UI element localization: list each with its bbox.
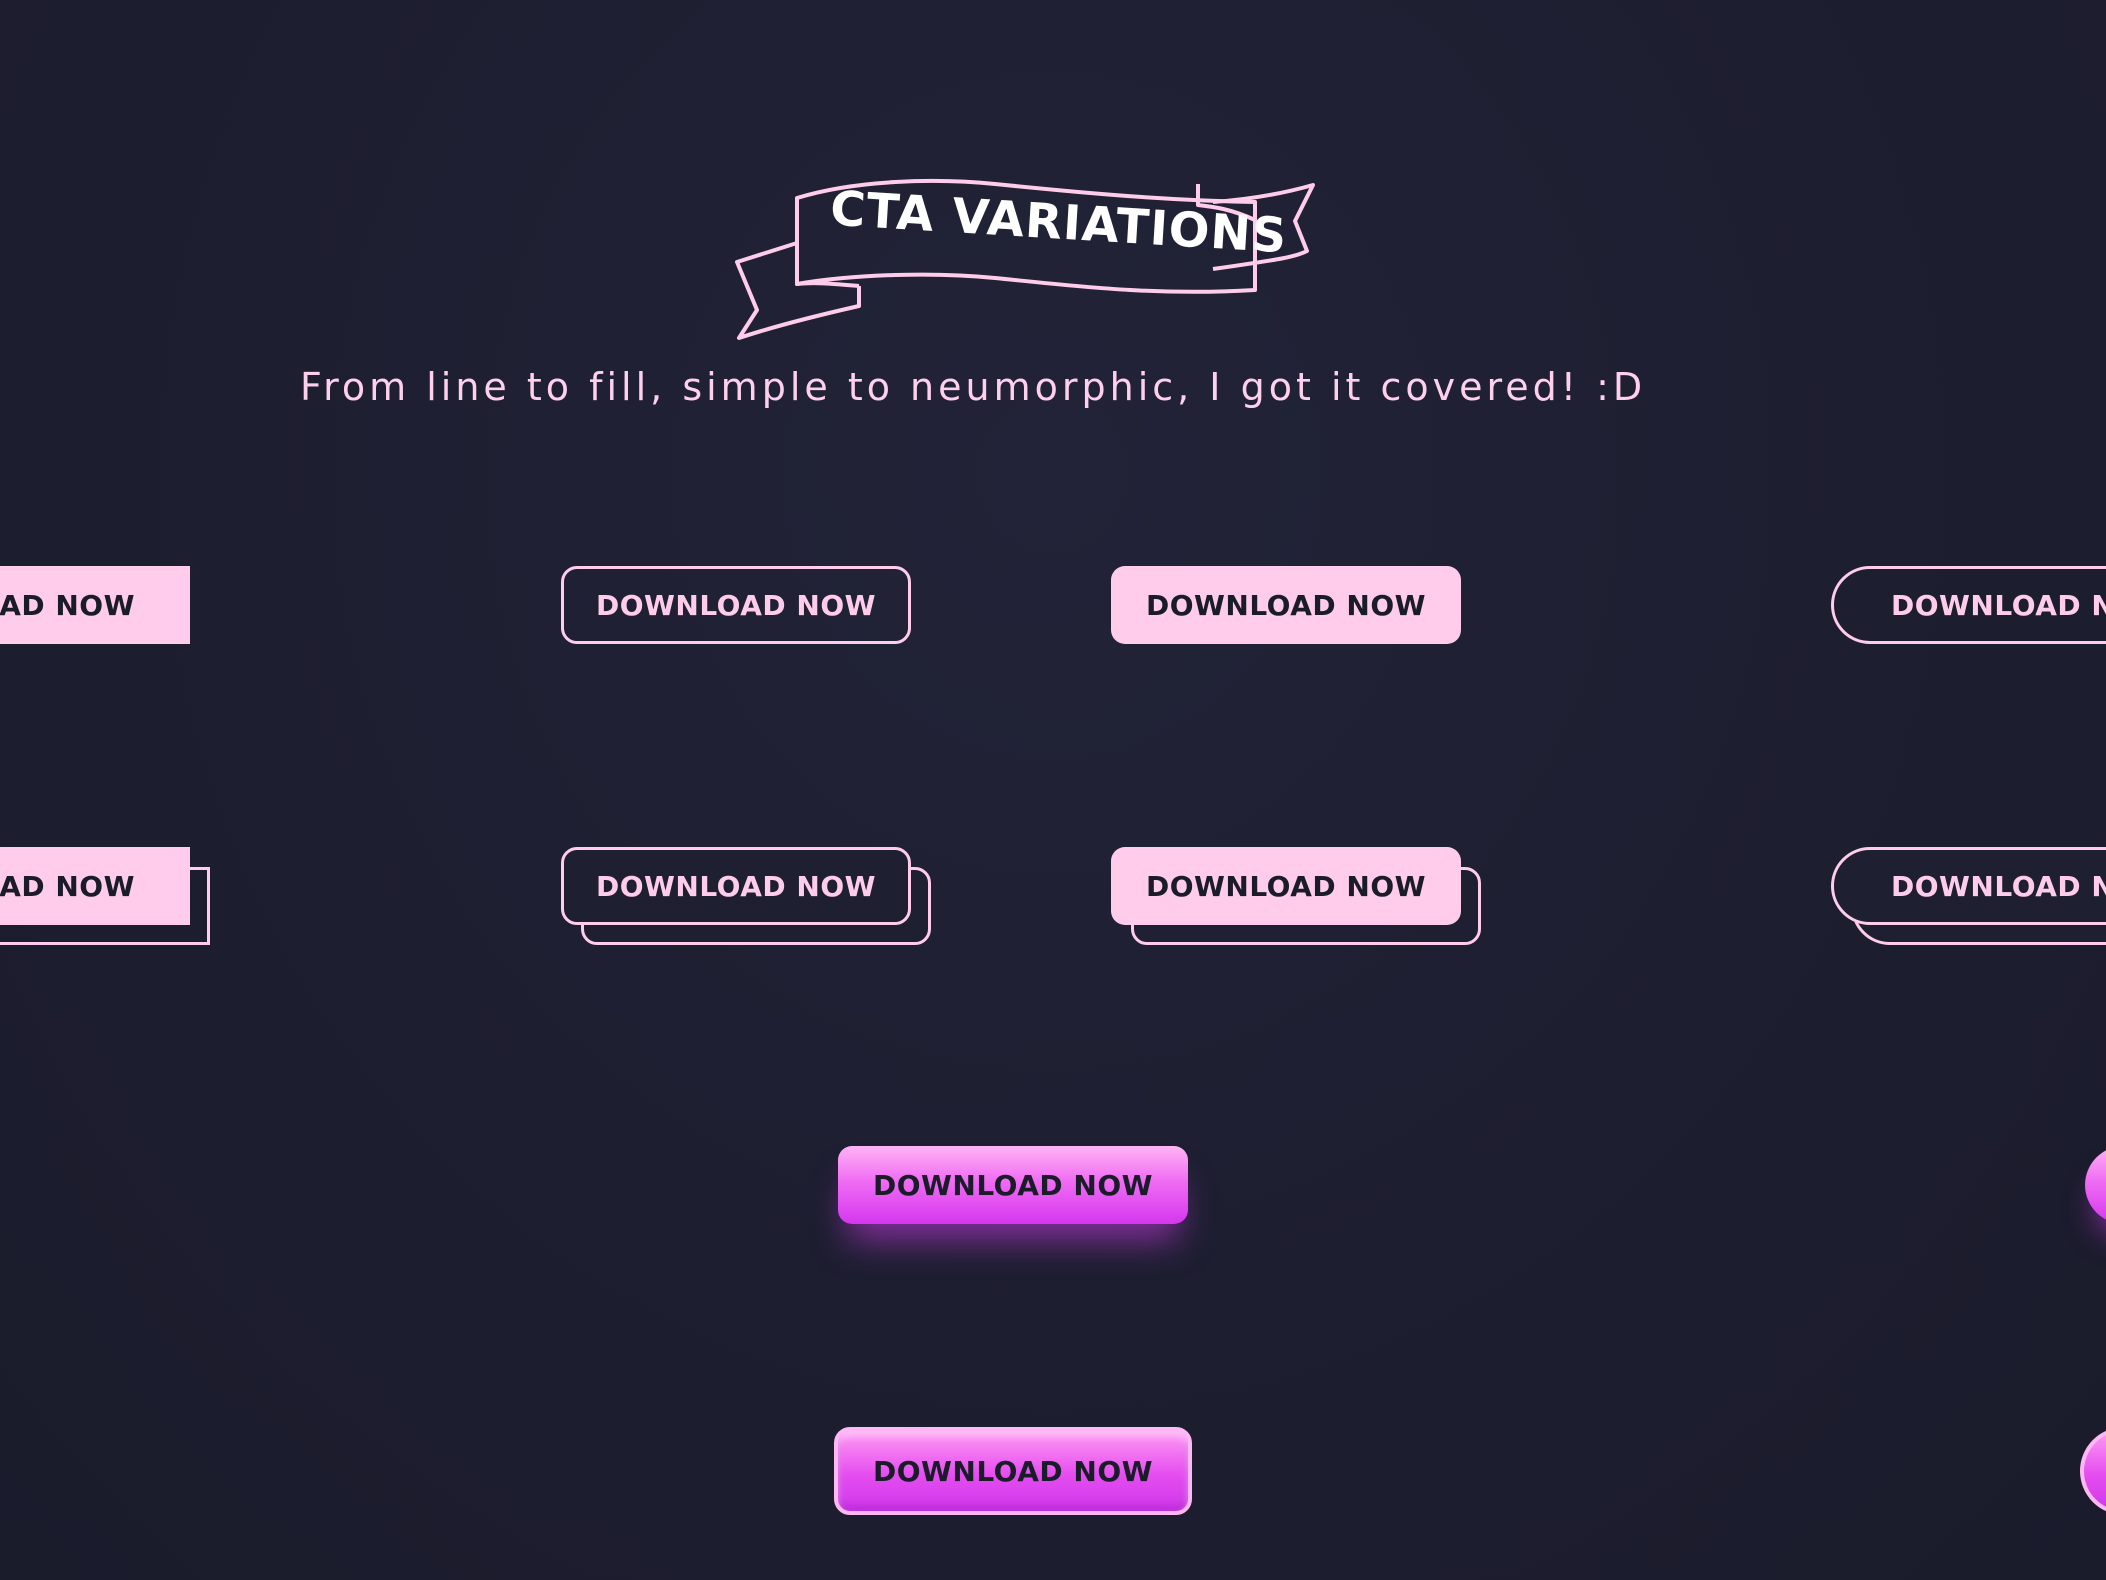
download-button-rounded-fill[interactable]: DOWNLOAD NOW xyxy=(1111,566,1461,644)
title-ribbon: CTA VARIATIONS xyxy=(735,150,1325,350)
button-label: DOWNLOAD NOW xyxy=(1145,869,1427,903)
button-label: DOWNLOAD NOW xyxy=(1891,588,2106,622)
button-label: DOWNLOAD NOW xyxy=(872,1168,1154,1202)
download-button-gradient-glow[interactable]: DOWNLOAD NOW xyxy=(838,1146,1188,1224)
button-label: DOWNLOAD NOW xyxy=(1891,869,2106,903)
download-button-rounded-outline-offset[interactable]: DOWNLOAD NOW xyxy=(561,847,911,925)
button-label: DOWNLOAD NOW xyxy=(595,588,877,622)
page-subtitle: From line to fill, simple to neumorphic,… xyxy=(300,365,1647,409)
download-button-pill-outline-offset[interactable]: DOWNLOAD NOW xyxy=(1831,847,2106,925)
download-button-sharp-fill-offset[interactable]: DOWNLOAD NOW xyxy=(0,847,190,925)
circle-button-neumorphic[interactable] xyxy=(2080,1427,2106,1515)
download-button-pill-outline[interactable]: DOWNLOAD NOW xyxy=(1831,566,2106,644)
button-label: DOWNLOAD NOW xyxy=(595,869,877,903)
circle-button-gradient[interactable] xyxy=(2085,1146,2106,1224)
button-label: DOWNLOAD NOW xyxy=(1145,588,1427,622)
canvas: CTA VARIATIONS From line to fill, simple… xyxy=(0,0,2106,1580)
download-button-rounded-fill-offset[interactable]: DOWNLOAD NOW xyxy=(1111,847,1461,925)
download-button-sharp-fill[interactable]: DOWNLOAD NOW xyxy=(0,566,190,644)
button-label: DOWNLOAD NOW xyxy=(0,869,135,903)
download-button-neumorphic[interactable]: DOWNLOAD NOW xyxy=(834,1427,1192,1515)
button-label: DOWNLOAD NOW xyxy=(0,588,135,622)
button-label: DOWNLOAD NOW xyxy=(872,1454,1154,1488)
download-button-rounded-outline[interactable]: DOWNLOAD NOW xyxy=(561,566,911,644)
